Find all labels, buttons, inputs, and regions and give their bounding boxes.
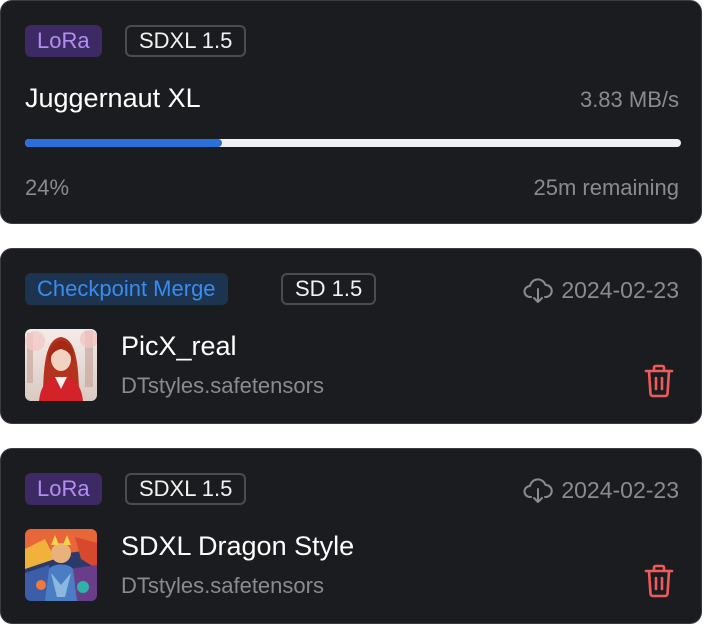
download-progress-bar <box>25 139 681 147</box>
model-type-badge: LoRa <box>25 473 102 505</box>
download-card: LoRa SDXL 1.5 Juggernaut XL 3.83 MB/s 24… <box>0 0 702 224</box>
delete-button[interactable] <box>643 563 675 599</box>
model-date-text: 2024-02-23 <box>561 476 679 503</box>
delete-button[interactable] <box>643 363 675 399</box>
model-card[interactable]: LoRa SDXL 1.5 2024-02-23 SDXL Dragon Sty… <box>0 448 702 624</box>
download-percent: 24% <box>25 175 70 200</box>
model-thumbnail <box>25 329 97 401</box>
download-remaining: 25m remaining <box>533 175 679 200</box>
base-model-badge: SDXL 1.5 <box>125 25 247 57</box>
model-type-badge: Checkpoint Merge <box>25 273 228 305</box>
base-model-badge: SD 1.5 <box>281 273 377 305</box>
cloud-download-icon <box>523 478 554 503</box>
download-progress-fill <box>25 139 222 147</box>
model-date: 2024-02-23 <box>523 275 679 305</box>
download-title: Juggernaut XL <box>25 83 201 113</box>
base-model-badge: SDXL 1.5 <box>125 473 247 505</box>
model-name: PicX_real <box>121 331 237 361</box>
model-thumbnail <box>25 529 97 601</box>
model-type-badge: LoRa <box>25 25 102 57</box>
cloud-download-icon <box>523 278 554 303</box>
trash-icon <box>644 564 674 598</box>
model-date: 2024-02-23 <box>523 475 679 505</box>
download-speed: 3.83 MB/s <box>579 87 679 112</box>
model-date-text: 2024-02-23 <box>561 276 679 303</box>
model-filename: DTstyles.safetensors <box>121 373 324 398</box>
model-filename: DTstyles.safetensors <box>121 573 324 598</box>
model-name: SDXL Dragon Style <box>121 531 355 561</box>
model-card[interactable]: Checkpoint Merge SD 1.5 2024-02-23 PicX_… <box>0 248 702 424</box>
trash-icon <box>644 364 674 398</box>
